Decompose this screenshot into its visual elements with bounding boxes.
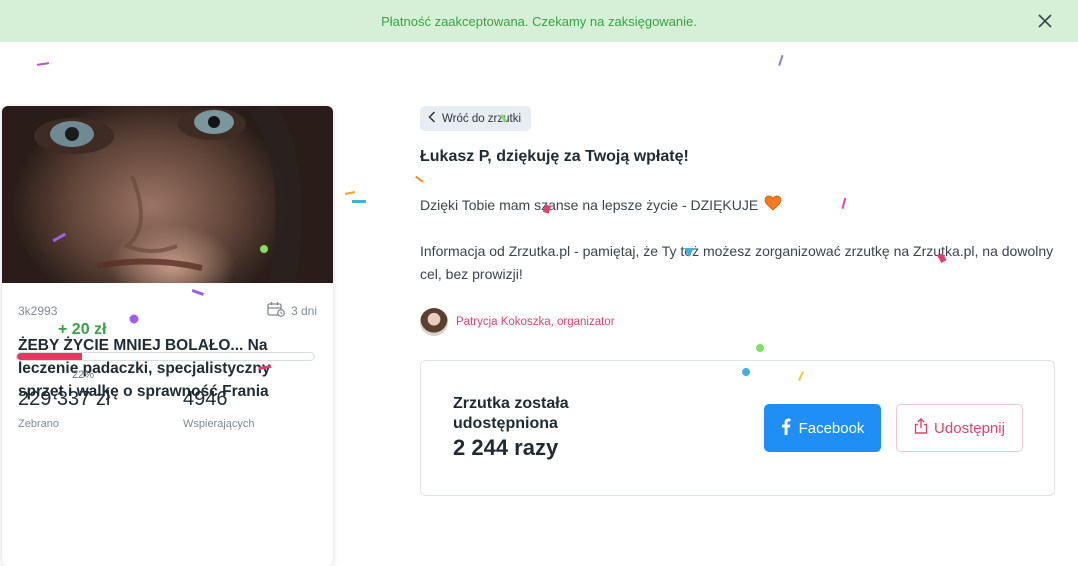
calendar-icon [267,301,285,320]
thank-you-heading: Łukasz P, dziękuję za Twoją wpłatę! [420,148,689,165]
back-button-label: Wróć do zrzutki [442,112,522,125]
donation-increment: + 20 zł [58,321,107,338]
facebook-button-label: Facebook [798,419,865,437]
share-button-label: Udostępnij [934,419,1005,437]
share-icon [914,418,928,438]
days-left: 3 dni [267,301,317,320]
fundraiser-card[interactable]: 3k2993 3 dni ŻEBY ŻYCIE MNIEJ BOLAŁO... … [2,106,333,566]
facebook-icon [781,418,791,439]
collected-amount: 229 337 zł [18,388,111,410]
avatar [420,308,448,336]
progress-fill [17,353,83,360]
share-panel: Zrzutka została udostępniona 2 244 razy … [420,360,1055,496]
banner-message: Płatność zaakceptowana. Czekamy na zaksi… [381,13,697,29]
share-count: 2 244 razy [453,435,559,460]
fundraiser-id: 3k2993 [18,303,58,318]
share-button[interactable]: Udostępnij [896,404,1023,452]
facebook-share-button[interactable]: Facebook [764,404,881,452]
close-icon[interactable] [1034,10,1056,32]
organizer[interactable]: Patrycja Kokoszka, organizator [420,308,615,336]
collected-label: Zebrano [18,418,59,430]
organizer-message-text: Dzięki Tobie mam szanse na lepsze życie … [420,196,759,213]
back-to-fundraiser-button[interactable]: Wróć do zrzutki [420,106,532,131]
progress-percent: 22% [72,369,95,381]
fundraiser-photo [2,106,333,283]
zrzutka-info: Informacja od Zrzutka.pl - pamiętaj, że … [420,243,1054,282]
notification-banner: Płatność zaakceptowana. Czekamy na zaksi… [0,0,1078,42]
orange-heart-icon [764,195,782,214]
share-caption: Zrzutka została udostępniona [453,395,569,432]
supporters-count: 4946 [183,388,228,410]
organizer-name[interactable]: Patrycja Kokoszka, organizator [456,316,615,328]
chevron-left-icon [428,111,436,126]
supporters-label: Wspierających [183,418,255,430]
days-left-label: 3 dni [290,303,317,318]
progress-bar [16,352,315,361]
organizer-message: Dzięki Tobie mam szanse na lepsze życie … [420,195,782,214]
